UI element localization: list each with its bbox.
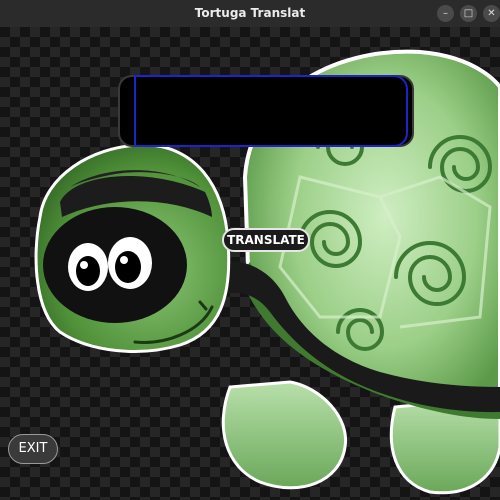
app-content: TRANSLATE EXIT [0, 27, 500, 500]
title-bar: Tortuga Translat – □ ✕ [0, 0, 500, 27]
maximize-button[interactable]: □ [460, 5, 477, 22]
minimize-button[interactable]: – [437, 5, 454, 22]
translate-button[interactable]: TRANSLATE [222, 228, 310, 252]
turtle-head [34, 143, 231, 353]
close-button[interactable]: ✕ [483, 5, 500, 22]
window-title: Tortuga Translat [194, 6, 306, 20]
app-window: Tortuga Translat – □ ✕ TRANSLATE EXIT [0, 0, 500, 500]
exit-button[interactable]: EXIT [8, 434, 58, 464]
translation-output[interactable] [118, 75, 414, 147]
